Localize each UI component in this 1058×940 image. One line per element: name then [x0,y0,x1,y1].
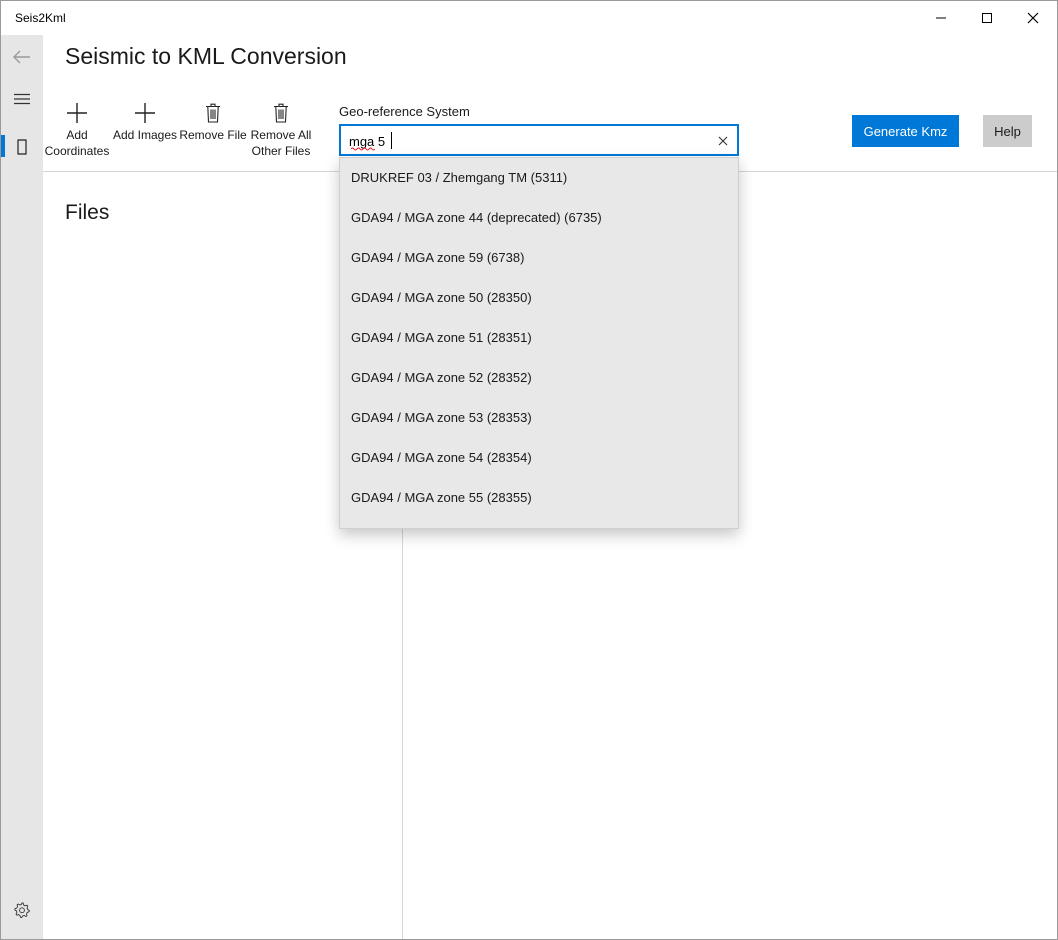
suggestion-list: DRUKREF 03 / Zhemgang TM (5311) GDA94 / … [339,157,739,529]
suggestion-item[interactable]: DRUKREF 03 / Zhemgang TM (5311) [340,158,738,198]
minimize-icon [936,17,946,19]
suggestion-item[interactable]: GDA94 / MGA zone 59 (6738) [340,238,738,278]
geo-reference-label: Geo-reference System [339,104,470,119]
gear-icon [14,902,30,919]
geo-reference-input[interactable] [349,131,709,151]
add-images-label: Add Images [112,128,178,142]
add-coordinates-label-line1: Add [66,128,88,142]
trash-icon [206,103,220,123]
suggestion-item[interactable]: GDA94 / MGA zone 52 (28352) [340,358,738,398]
menu-button[interactable] [1,79,43,119]
app-title: Seis2Kml [15,11,66,25]
text-caret [391,132,392,149]
suggestion-item[interactable]: GDA94 / MGA zone 53 (28353) [340,398,738,438]
remove-all-label-line2: Other Files [251,144,311,158]
suggestion-item[interactable]: GDA94 / MGA zone 44 (deprecated) (6735) [340,198,738,238]
suggestion-item[interactable]: GDA94 / MGA zone 50 (28350) [340,278,738,318]
spellcheck-underline [351,147,375,151]
settings-button[interactable] [1,890,43,930]
geo-reference-field[interactable] [339,124,739,156]
navigation-rail [1,35,43,939]
remove-all-other-files-button[interactable]: Remove All Other Files [247,99,315,159]
plus-icon [67,103,87,123]
remove-file-label: Remove File [179,128,247,142]
plus-icon [135,103,155,123]
suggestion-item[interactable]: GDA94 / MGA zone 54 (28354) [340,438,738,478]
add-images-button[interactable]: Add Images [111,99,179,143]
minimize-button[interactable] [918,1,964,35]
back-button[interactable] [1,37,43,77]
trash-icon [274,103,288,123]
suggestion-item[interactable]: GDA94 / MGA zone 51 (28351) [340,318,738,358]
clear-input-button[interactable] [713,132,733,150]
title-bar: Seis2Kml [1,1,1057,35]
arrow-left-icon [13,50,30,64]
maximize-button[interactable] [964,1,1010,35]
close-window-button[interactable] [1010,1,1056,35]
close-icon [718,136,728,146]
nav-item-page[interactable] [1,127,43,167]
files-heading: Files [65,201,110,224]
add-coordinates-label-line2: Coordinates [44,144,110,158]
page-icon [17,139,27,155]
help-button[interactable]: Help [983,115,1032,147]
suggestion-item[interactable]: GDA94 / MGA zone 55 (28355) [340,478,738,518]
remove-file-button[interactable]: Remove File [179,99,247,143]
maximize-icon [982,13,992,23]
close-icon [1027,12,1039,24]
add-coordinates-button[interactable]: Add Coordinates [43,99,111,159]
remove-all-label-line1: Remove All [250,128,312,142]
generate-kmz-button[interactable]: Generate Kmz [852,115,959,147]
hamburger-icon [14,93,30,105]
app-window: Seis2Kml Seismic to KML Conversion Add C… [0,0,1058,940]
page-title: Seismic to KML Conversion [65,43,347,69]
